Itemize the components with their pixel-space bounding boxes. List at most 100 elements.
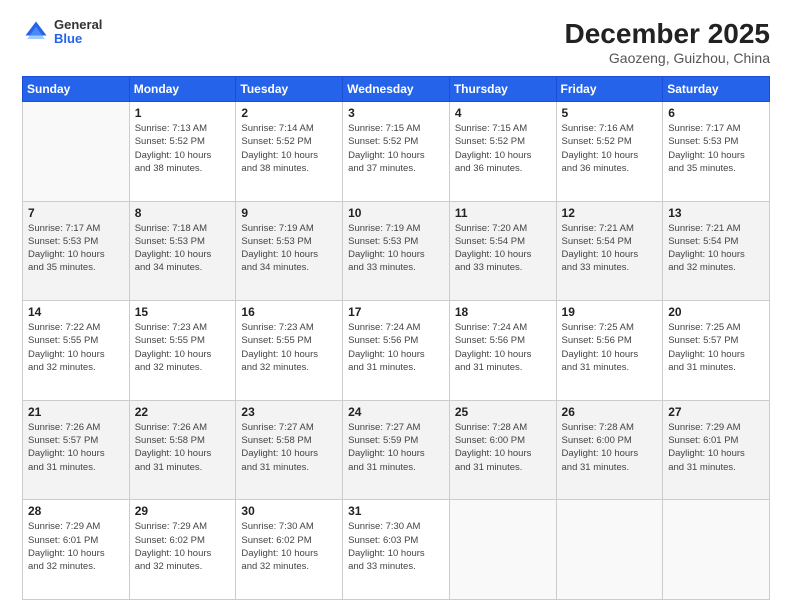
table-row: 28 Sunrise: 7:29 AM Sunset: 6:01 PM Dayli… (23, 500, 130, 600)
table-row: 3 Sunrise: 7:15 AM Sunset: 5:52 PM Daylig… (343, 102, 450, 202)
day-info: Sunrise: 7:14 AM Sunset: 5:52 PM Dayligh… (241, 122, 337, 175)
table-row: 24 Sunrise: 7:27 AM Sunset: 5:59 PM Dayli… (343, 400, 450, 500)
day-number: 30 (241, 504, 337, 518)
table-row: 15Sunrise: 7:23 AM Sunset: 5:55 PM Dayli… (129, 301, 236, 401)
table-row (449, 500, 556, 600)
table-row: 21 Sunrise: 7:26 AM Sunset: 5:57 PM Dayli… (23, 400, 130, 500)
day-info: Sunrise: 7:23 AM Sunset: 5:55 PM Dayligh… (241, 321, 337, 374)
day-number: 23 (241, 405, 337, 419)
calendar-week-row: 14Sunrise: 7:22 AM Sunset: 5:55 PM Dayli… (23, 301, 770, 401)
table-row (663, 500, 770, 600)
day-number: 22 (135, 405, 231, 419)
day-number: 13 (668, 206, 764, 220)
table-row: 2 Sunrise: 7:14 AM Sunset: 5:52 PM Daylig… (236, 102, 343, 202)
calendar-title: December 2025 (565, 18, 770, 50)
table-row: 27 Sunrise: 7:29 AM Sunset: 6:01 PM Dayli… (663, 400, 770, 500)
day-info: Sunrise: 7:30 AM Sunset: 6:02 PM Dayligh… (241, 520, 337, 573)
day-info: Sunrise: 7:27 AM Sunset: 5:59 PM Dayligh… (348, 421, 444, 474)
page: General Blue December 2025 Gaozeng, Guiz… (0, 0, 792, 612)
header: General Blue December 2025 Gaozeng, Guiz… (22, 18, 770, 66)
day-number: 12 (562, 206, 658, 220)
day-info: Sunrise: 7:25 AM Sunset: 5:56 PM Dayligh… (562, 321, 658, 374)
day-number: 27 (668, 405, 764, 419)
table-row: 16 Sunrise: 7:23 AM Sunset: 5:55 PM Dayli… (236, 301, 343, 401)
day-number: 21 (28, 405, 124, 419)
header-thursday: Thursday (449, 77, 556, 102)
day-info: Sunrise: 7:28 AM Sunset: 6:00 PM Dayligh… (562, 421, 658, 474)
calendar-subtitle: Gaozeng, Guizhou, China (565, 50, 770, 66)
day-info: Sunrise: 7:19 AM Sunset: 5:53 PM Dayligh… (241, 222, 337, 275)
table-row: 6 Sunrise: 7:17 AM Sunset: 5:53 PM Daylig… (663, 102, 770, 202)
day-info: Sunrise: 7:24 AM Sunset: 5:56 PM Dayligh… (455, 321, 551, 374)
table-row: 7 Sunrise: 7:17 AM Sunset: 5:53 PM Daylig… (23, 201, 130, 301)
day-info: Sunrise: 7:18 AM Sunset: 5:53 PM Dayligh… (135, 222, 231, 275)
day-info: Sunrise: 7:21 AM Sunset: 5:54 PM Dayligh… (562, 222, 658, 275)
table-row: 20Sunrise: 7:25 AM Sunset: 5:57 PM Dayli… (663, 301, 770, 401)
day-info: Sunrise: 7:26 AM Sunset: 5:58 PM Dayligh… (135, 421, 231, 474)
table-row (556, 500, 663, 600)
table-row: 31Sunrise: 7:30 AM Sunset: 6:03 PM Dayli… (343, 500, 450, 600)
calendar-week-row: 1Sunrise: 7:13 AM Sunset: 5:52 PM Daylig… (23, 102, 770, 202)
day-number: 26 (562, 405, 658, 419)
header-tuesday: Tuesday (236, 77, 343, 102)
day-info: Sunrise: 7:17 AM Sunset: 5:53 PM Dayligh… (28, 222, 124, 275)
day-number: 17 (348, 305, 444, 319)
day-number: 18 (455, 305, 551, 319)
table-row: 22 Sunrise: 7:26 AM Sunset: 5:58 PM Dayli… (129, 400, 236, 500)
header-wednesday: Wednesday (343, 77, 450, 102)
day-info: Sunrise: 7:15 AM Sunset: 5:52 PM Dayligh… (455, 122, 551, 175)
day-info: Sunrise: 7:26 AM Sunset: 5:57 PM Dayligh… (28, 421, 124, 474)
logo-general: General (54, 18, 102, 32)
day-number: 19 (562, 305, 658, 319)
day-number: 7 (28, 206, 124, 220)
header-monday: Monday (129, 77, 236, 102)
day-info: Sunrise: 7:17 AM Sunset: 5:53 PM Dayligh… (668, 122, 764, 175)
day-number: 9 (241, 206, 337, 220)
table-row: 12 Sunrise: 7:21 AM Sunset: 5:54 PM Dayli… (556, 201, 663, 301)
day-number: 14 (28, 305, 124, 319)
day-info: Sunrise: 7:19 AM Sunset: 5:53 PM Dayligh… (348, 222, 444, 275)
header-friday: Friday (556, 77, 663, 102)
day-info: Sunrise: 7:29 AM Sunset: 6:01 PM Dayligh… (28, 520, 124, 573)
day-info: Sunrise: 7:16 AM Sunset: 5:52 PM Dayligh… (562, 122, 658, 175)
day-info: Sunrise: 7:28 AM Sunset: 6:00 PM Dayligh… (455, 421, 551, 474)
day-info: Sunrise: 7:29 AM Sunset: 6:02 PM Dayligh… (135, 520, 231, 573)
day-info: Sunrise: 7:24 AM Sunset: 5:56 PM Dayligh… (348, 321, 444, 374)
day-number: 16 (241, 305, 337, 319)
table-row (23, 102, 130, 202)
logo-blue: Blue (54, 32, 102, 46)
table-row: 5Sunrise: 7:16 AM Sunset: 5:52 PM Daylig… (556, 102, 663, 202)
table-row: 9 Sunrise: 7:19 AM Sunset: 5:53 PM Daylig… (236, 201, 343, 301)
table-row: 30 Sunrise: 7:30 AM Sunset: 6:02 PM Dayli… (236, 500, 343, 600)
table-row: 29 Sunrise: 7:29 AM Sunset: 6:02 PM Dayli… (129, 500, 236, 600)
day-info: Sunrise: 7:29 AM Sunset: 6:01 PM Dayligh… (668, 421, 764, 474)
day-number: 4 (455, 106, 551, 120)
table-row: 1Sunrise: 7:13 AM Sunset: 5:52 PM Daylig… (129, 102, 236, 202)
logo-icon (22, 18, 50, 46)
table-row: 26 Sunrise: 7:28 AM Sunset: 6:00 PM Dayli… (556, 400, 663, 500)
table-row: 18 Sunrise: 7:24 AM Sunset: 5:56 PM Dayli… (449, 301, 556, 401)
day-number: 6 (668, 106, 764, 120)
logo: General Blue (22, 18, 102, 47)
table-row: 19 Sunrise: 7:25 AM Sunset: 5:56 PM Dayli… (556, 301, 663, 401)
day-info: Sunrise: 7:23 AM Sunset: 5:55 PM Dayligh… (135, 321, 231, 374)
day-number: 2 (241, 106, 337, 120)
day-info: Sunrise: 7:30 AM Sunset: 6:03 PM Dayligh… (348, 520, 444, 573)
table-row: 23Sunrise: 7:27 AM Sunset: 5:58 PM Dayli… (236, 400, 343, 500)
calendar-table: Sunday Monday Tuesday Wednesday Thursday… (22, 76, 770, 600)
table-row: 8Sunrise: 7:18 AM Sunset: 5:53 PM Daylig… (129, 201, 236, 301)
table-row: 25Sunrise: 7:28 AM Sunset: 6:00 PM Dayli… (449, 400, 556, 500)
day-number: 10 (348, 206, 444, 220)
calendar-week-row: 7 Sunrise: 7:17 AM Sunset: 5:53 PM Daylig… (23, 201, 770, 301)
calendar-week-row: 28 Sunrise: 7:29 AM Sunset: 6:01 PM Dayli… (23, 500, 770, 600)
day-info: Sunrise: 7:15 AM Sunset: 5:52 PM Dayligh… (348, 122, 444, 175)
table-row: 4 Sunrise: 7:15 AM Sunset: 5:52 PM Daylig… (449, 102, 556, 202)
day-number: 3 (348, 106, 444, 120)
day-number: 20 (668, 305, 764, 319)
logo-text: General Blue (54, 18, 102, 47)
day-info: Sunrise: 7:20 AM Sunset: 5:54 PM Dayligh… (455, 222, 551, 275)
day-number: 28 (28, 504, 124, 518)
title-block: December 2025 Gaozeng, Guizhou, China (565, 18, 770, 66)
day-number: 29 (135, 504, 231, 518)
day-number: 24 (348, 405, 444, 419)
